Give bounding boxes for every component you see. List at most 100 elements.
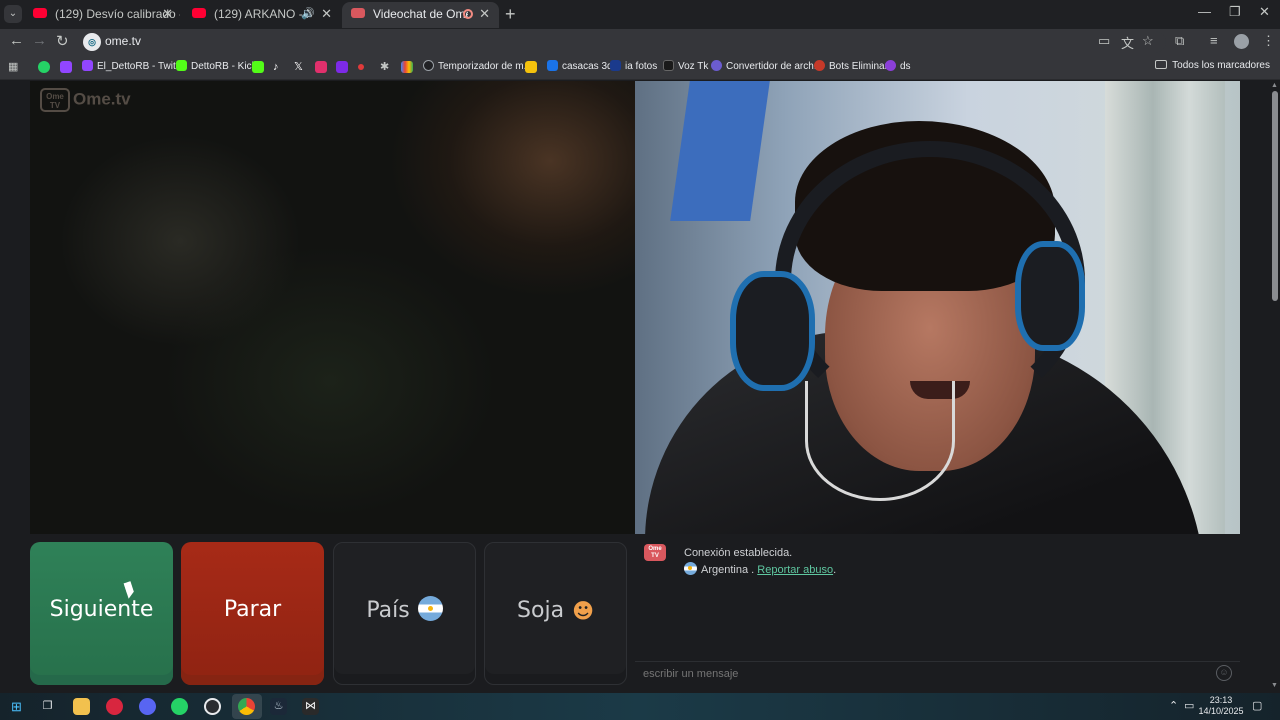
taskbar-clock[interactable]: 23:13 14/10/2025: [1198, 695, 1244, 717]
tab-strip: ⌄ (129) Desvío calibrado - YouTub ✕ (129…: [0, 0, 1280, 29]
self-camera-video: [635, 81, 1240, 534]
notifications-icon[interactable]: ▢: [1252, 699, 1262, 712]
bookmark-twitch[interactable]: El_DettoRB - Twitch: [82, 60, 186, 72]
media-controls-icon[interactable]: ≡: [1210, 33, 1218, 48]
site-icon: [547, 60, 558, 71]
bookmark-timer[interactable]: Temporizador de m...: [423, 60, 532, 72]
country-filter-button[interactable]: País: [333, 542, 476, 685]
folder-yellow-icon[interactable]: [525, 61, 537, 73]
menu-icon[interactable]: ⋮: [1262, 33, 1275, 49]
twitch-icon: [82, 60, 93, 71]
timer-icon: [423, 60, 434, 71]
ometv-logo: Ome TV Ome.tv: [40, 88, 131, 112]
bookmark-kick[interactable]: DettoRB - Kick: [176, 60, 257, 72]
bookmark-label: Temporizador de m...: [438, 61, 532, 72]
canva-icon[interactable]: [336, 61, 348, 73]
whatsapp-icon[interactable]: [171, 698, 188, 715]
scroll-down-icon[interactable]: ▼: [1271, 682, 1278, 689]
extensions-icon[interactable]: ⧉: [1175, 33, 1184, 49]
bookmark-label: El_DettoRB - Twitch: [97, 61, 187, 72]
bookmark-label: ia fotos: [625, 61, 658, 72]
bookmark-star-icon[interactable]: ☆: [1142, 33, 1154, 49]
red-dot-icon[interactable]: [358, 64, 364, 70]
bookmark-casacas[interactable]: casacas 3d: [547, 60, 613, 72]
google-photos-icon[interactable]: [401, 61, 413, 73]
obs-icon[interactable]: [204, 698, 221, 715]
close-tab-icon[interactable]: ✕: [479, 2, 490, 26]
all-bookmarks-button[interactable]: Todos los marcadores: [1155, 60, 1270, 71]
kick-icon[interactable]: [252, 61, 264, 73]
argentina-flag-icon: [684, 562, 697, 575]
instagram-icon[interactable]: [315, 61, 327, 73]
tab-search-button[interactable]: ⌄: [4, 5, 22, 23]
site-icon: [610, 60, 621, 71]
bookmarks-bar: ▦ El_DettoRB - Twitch DettoRB - Kick ♪ 𝕏…: [0, 56, 1280, 80]
kick-icon: [176, 60, 187, 71]
twitch-icon[interactable]: [60, 61, 72, 73]
cast-icon[interactable]: ▭: [1098, 33, 1110, 49]
ometv-chat-icon: Ome TV: [644, 544, 666, 561]
bookmark-label: Voz Tk: [678, 61, 709, 72]
separator: .: [748, 564, 758, 576]
bookmark-ia-fotos[interactable]: ia fotos: [610, 60, 657, 72]
speaker-icon[interactable]: 🔊: [301, 2, 315, 26]
bookmark-label: casacas 3d: [562, 61, 613, 72]
scroll-up-icon[interactable]: ▲: [1271, 82, 1278, 89]
next-button[interactable]: Siguiente: [30, 542, 173, 685]
stop-button[interactable]: Parar: [181, 542, 324, 685]
close-window-icon[interactable]: ✕: [1259, 4, 1270, 20]
country-button-label: País: [366, 598, 410, 623]
gender-filter-button[interactable]: Soja ☻: [484, 542, 627, 685]
bookmark-bots-eliminar[interactable]: Bots Eliminar: [814, 60, 888, 72]
scrollbar-thumb[interactable]: [1272, 91, 1278, 301]
windows-taskbar: ⊞ ❐ ♨ ⋈ ⌃ ▭ 23:13 14/10/2025 ▢: [0, 693, 1280, 720]
emoji-icon[interactable]: ☺: [1216, 665, 1232, 681]
apps-icon[interactable]: ▦: [8, 61, 20, 73]
bookmark-ds[interactable]: ds: [885, 60, 911, 72]
tab-youtube-2[interactable]: (129) ARKANO - NIÑO MIM 🔊 ✕: [183, 2, 341, 28]
steam-icon[interactable]: ♨: [270, 698, 287, 715]
gender-button-label: Soja: [517, 598, 565, 623]
ometv-page: Ome TV Ome.tv Siguiente Parar País Soja ☻ …: [0, 81, 1280, 693]
chat-message-input[interactable]: [635, 662, 1240, 686]
page-scrollbar[interactable]: ▲ ▼: [1269, 81, 1280, 693]
app-red-icon[interactable]: [106, 698, 123, 715]
site-icon: [663, 60, 674, 71]
extension-puzzle-icon[interactable]: ✱: [380, 61, 392, 73]
x-icon[interactable]: 𝕏: [294, 61, 306, 73]
back-icon[interactable]: ←: [9, 32, 24, 49]
close-tab-icon[interactable]: ✕: [162, 2, 173, 26]
argentina-flag-icon: [417, 596, 443, 621]
site-info-icon[interactable]: ◎: [83, 33, 101, 51]
recording-icon: [463, 9, 473, 19]
url-text[interactable]: ome.tv: [105, 34, 141, 48]
ometv-icon: [351, 8, 365, 18]
address-bar[interactable]: ◎ ome.tv: [80, 31, 1166, 53]
task-view-icon[interactable]: ❐: [39, 698, 56, 715]
discord-icon[interactable]: [139, 698, 156, 715]
network-icon[interactable]: ▭: [1184, 699, 1194, 712]
tiktok-icon[interactable]: ♪: [273, 61, 285, 73]
tab-youtube-1[interactable]: (129) Desvío calibrado - YouTub ✕: [24, 2, 182, 28]
minimize-icon[interactable]: —: [1198, 4, 1211, 19]
close-tab-icon[interactable]: ✕: [321, 2, 332, 26]
new-tab-button[interactable]: +: [505, 4, 516, 25]
forward-icon[interactable]: →: [32, 32, 47, 49]
file-explorer-icon[interactable]: [73, 698, 90, 715]
report-abuse-link[interactable]: Reportar abuso: [757, 564, 833, 576]
capcut-icon[interactable]: ⋈: [302, 698, 319, 715]
translate-icon[interactable]: 文: [1121, 33, 1134, 52]
tray-overflow-icon[interactable]: ⌃: [1169, 699, 1178, 712]
profile-avatar[interactable]: [1234, 34, 1249, 49]
tab-ometv[interactable]: Videochat de OmeTV: una ✕: [342, 2, 499, 28]
reload-icon[interactable]: ↻: [56, 32, 69, 50]
connection-status: Conexión establecida.: [684, 547, 793, 559]
bookmark-voz-tk[interactable]: Voz Tk: [663, 60, 708, 72]
browser-toolbar: ← → ↻ ◎ ome.tv ▭ 文 ☆ ⧉ ≡ ⋮: [0, 29, 1280, 56]
restore-icon[interactable]: ❐: [1229, 4, 1241, 20]
whatsapp-icon[interactable]: [38, 61, 50, 73]
chrome-icon[interactable]: [238, 698, 255, 715]
site-icon: [814, 60, 825, 71]
windows-start-icon[interactable]: ⊞: [8, 698, 25, 715]
bookmark-convertidor[interactable]: Convertidor de arch...: [711, 60, 822, 72]
